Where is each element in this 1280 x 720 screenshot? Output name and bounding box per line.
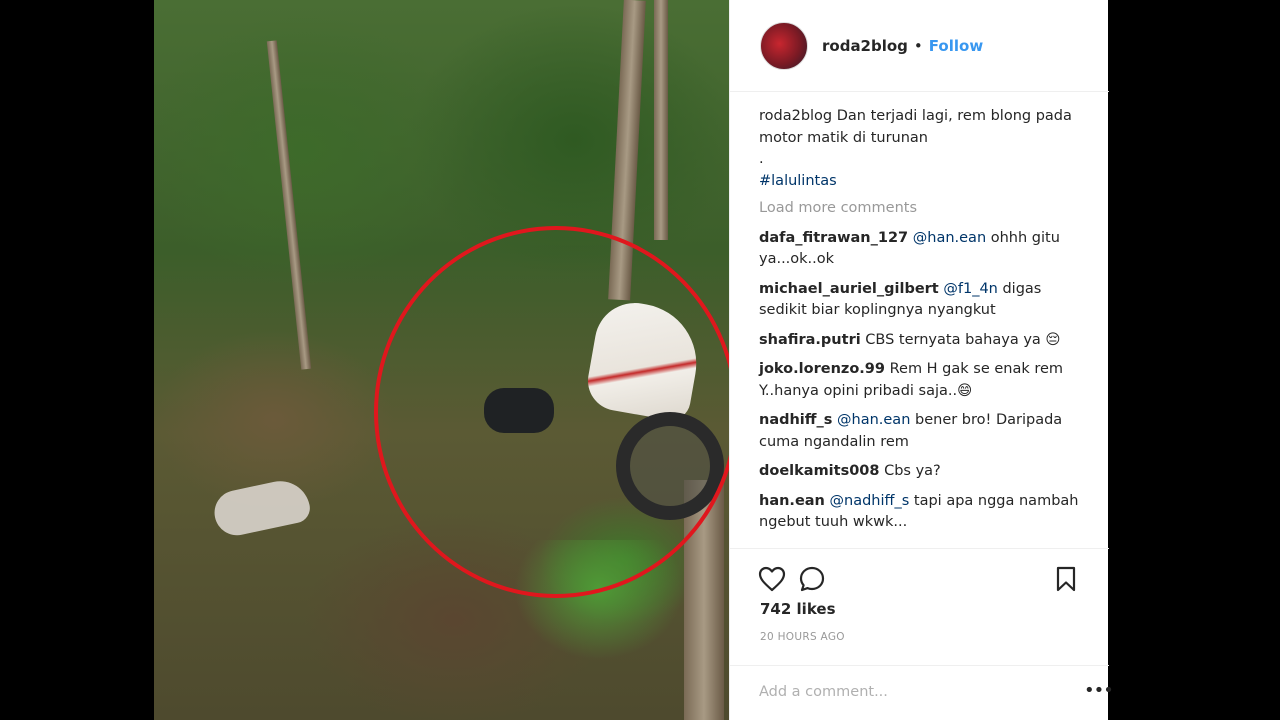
add-comment-input[interactable] [759, 680, 1059, 704]
heart-icon[interactable] [758, 565, 786, 593]
bookmark-icon[interactable] [1052, 565, 1080, 593]
post-side-panel: roda2blog • Follow roda2blog Dan terjadi… [729, 0, 1114, 720]
comment-item: michael_auriel_gilbert @f1_4n digas sedi… [759, 279, 1079, 322]
comment-username[interactable]: doelkamits008 [759, 463, 879, 479]
load-more-comments-button[interactable]: Load more comments [759, 198, 1079, 220]
comment-username[interactable]: han.ean [759, 493, 825, 509]
comment-icon[interactable] [798, 565, 826, 593]
comment-mention[interactable]: @han.ean [837, 412, 910, 428]
debris [210, 475, 313, 540]
tree-trunk [266, 40, 312, 370]
comment-mention[interactable]: @han.ean [913, 230, 986, 246]
caption: roda2blog Dan terjadi lagi, rem blong pa… [759, 106, 1079, 149]
follow-button[interactable]: Follow [929, 37, 983, 55]
separator-dot: • [913, 36, 923, 55]
comment-item: doelkamits008 Cbs ya? [759, 461, 1079, 483]
hashtag-link[interactable]: #lalulintas [759, 171, 1079, 193]
likes-count[interactable]: 742 likes [760, 600, 836, 618]
post-header: roda2blog • Follow [730, 0, 1109, 92]
instagram-post-modal: roda2blog • Follow roda2blog Dan terjadi… [154, 0, 1114, 720]
comment-username[interactable]: nadhiff_s [759, 412, 832, 428]
comment-username[interactable]: michael_auriel_gilbert [759, 281, 939, 297]
post-timestamp[interactable]: 20 HOURS AGO [760, 631, 845, 643]
caption-username[interactable]: roda2blog [759, 108, 832, 124]
action-bar [730, 548, 1109, 604]
comment-mention[interactable]: @nadhiff_s [830, 493, 910, 509]
add-comment-bar: ••• [730, 665, 1114, 720]
post-username[interactable]: roda2blog [822, 37, 908, 55]
comment-username[interactable]: joko.lorenzo.99 [759, 361, 885, 377]
highlight-circle [374, 226, 729, 598]
comment-mention[interactable]: @f1_4n [943, 281, 998, 297]
more-options-icon[interactable]: ••• [1084, 680, 1114, 701]
tree-trunk [654, 0, 668, 240]
comment-item: han.ean @nadhiff_s tapi apa ngga nambah … [759, 491, 1079, 534]
comments-list: roda2blog Dan terjadi lagi, rem blong pa… [759, 106, 1079, 542]
comment-text: CBS ternyata bahaya ya 😔 [865, 331, 1061, 348]
comment-item: shafira.putri CBS ternyata bahaya ya 😔 [759, 330, 1079, 352]
avatar[interactable] [760, 21, 808, 70]
comment-username[interactable]: dafa_fitrawan_127 [759, 230, 908, 246]
comment-item: nadhiff_s @han.ean bener bro! Daripada c… [759, 410, 1079, 453]
comment-item: dafa_fitrawan_127 @han.ean ohhh gitu ya.… [759, 228, 1079, 271]
comment-item: joko.lorenzo.99 Rem H gak se enak rem Y.… [759, 359, 1079, 402]
comment-text: Cbs ya? [884, 463, 941, 479]
caption-dot-line: . [759, 151, 764, 167]
comment-username[interactable]: shafira.putri [759, 332, 861, 348]
post-photo[interactable] [154, 0, 729, 720]
